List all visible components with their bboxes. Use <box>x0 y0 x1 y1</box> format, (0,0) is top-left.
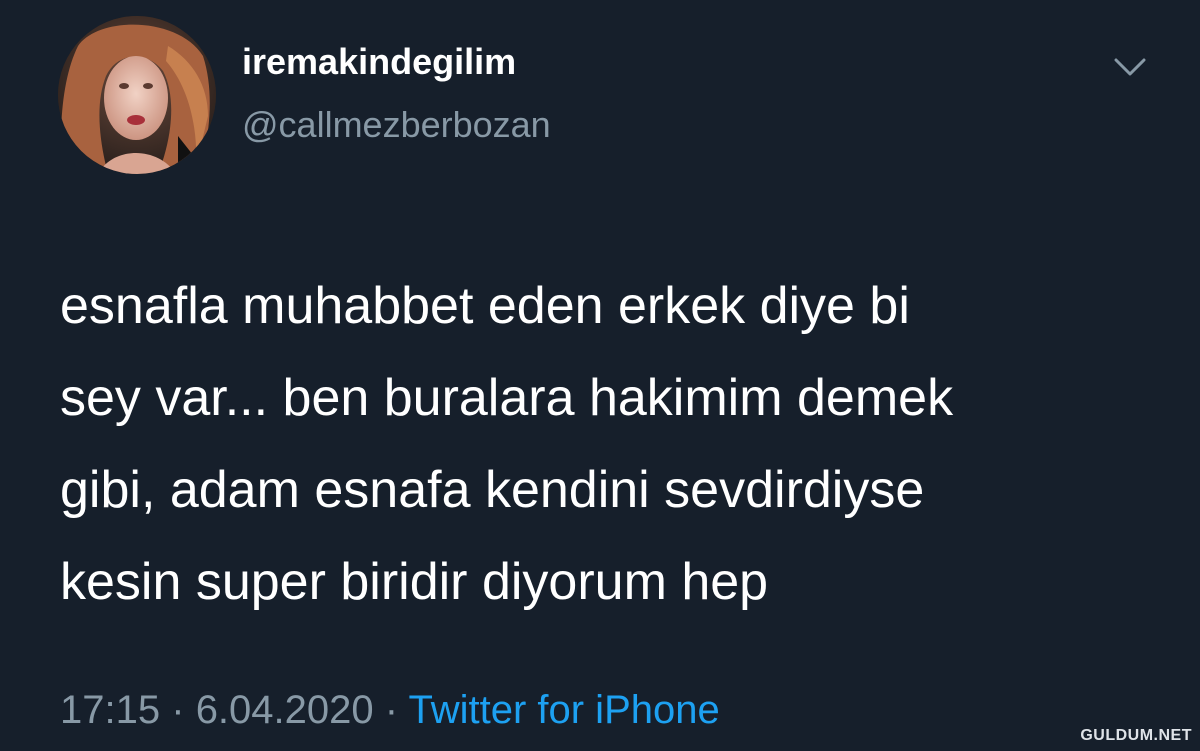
tweet-source-link[interactable]: Twitter for iPhone <box>408 688 719 732</box>
chevron-down-icon[interactable] <box>1108 52 1152 80</box>
tweet-text-line: sey var... ben buralara hakimim demek <box>60 369 954 427</box>
tweet-text: esnafla muhabbet eden erkek diye bi sey … <box>60 260 1160 628</box>
tweet-text-line: gibi, adam esnafa kendini sevdirdiyse <box>60 461 925 519</box>
profile-photo-icon <box>58 16 216 174</box>
meta-separator: · <box>171 688 185 732</box>
tweet-text-line: esnafla muhabbet eden erkek diye bi <box>60 277 910 335</box>
meta-separator: · <box>384 688 399 732</box>
avatar[interactable] <box>58 16 216 174</box>
tweet-time[interactable]: 17:15 <box>60 688 160 732</box>
user-handle[interactable]: @callmezberbozan <box>242 107 551 143</box>
tweet-card: iremakindegilim @callmezberbozan esnafla… <box>0 0 1200 751</box>
watermark: GULDUM.NET <box>1080 727 1192 744</box>
display-name[interactable]: iremakindegilim <box>242 44 516 80</box>
tweet-text-line: kesin super biridir diyorum hep <box>60 553 769 611</box>
tweet-meta: 17:15 · 6.04.2020 · Twitter for iPhone <box>60 690 720 730</box>
tweet-date[interactable]: 6.04.2020 <box>196 688 374 732</box>
